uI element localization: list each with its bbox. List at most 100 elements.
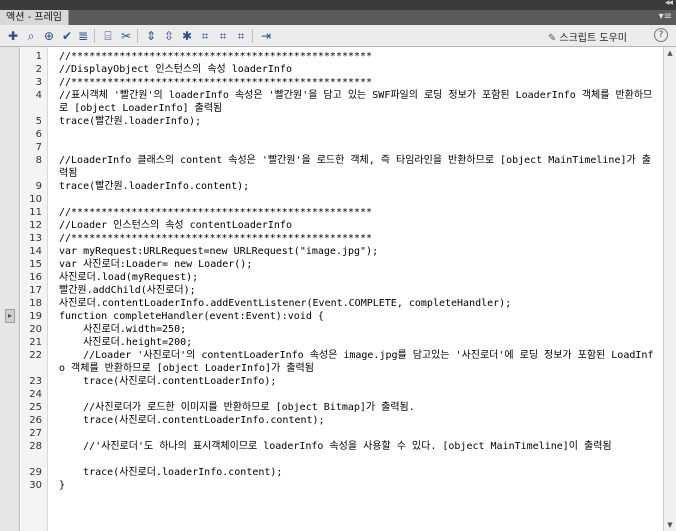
expand-all-icon[interactable]: ✱ xyxy=(179,28,195,44)
line-number: 9 xyxy=(35,181,42,192)
code-text: //LoaderInfo 클래스의 content 속성은 '빨간원'을 로드한… xyxy=(59,155,651,179)
add-statement-icon[interactable]: ✚ xyxy=(5,28,21,44)
line-number: 17 xyxy=(29,285,42,296)
window-title-bar: ◂◂ xyxy=(0,0,676,10)
line-number: 24 xyxy=(29,389,42,400)
code-lines: 1 //*************************************… xyxy=(21,50,663,492)
collapse-selection-icon[interactable]: ⇳ xyxy=(161,28,177,44)
code-line[interactable]: 28 //'사진로더'도 하나의 표시객체이므로 loaderInfo 속성을 … xyxy=(21,440,663,466)
line-number: 13 xyxy=(29,233,42,244)
check-syntax-icon[interactable]: ✔ xyxy=(59,28,75,44)
code-line[interactable]: 16 사진로더.load(myRequest); xyxy=(21,271,663,284)
line-number: 30 xyxy=(29,480,42,491)
line-number: 8 xyxy=(35,155,42,166)
code-line[interactable]: 25 //사진로더가 로드한 이미지를 반환하므로 [object Bitmap… xyxy=(21,401,663,414)
code-line[interactable]: 17 빨간원.addChild(사진로더); xyxy=(21,284,663,297)
code-line[interactable]: 29 trace(사진로더.loaderInfo.content); xyxy=(21,466,663,479)
code-text: var myRequest:URLRequest=new URLRequest(… xyxy=(59,246,379,257)
line-number: 23 xyxy=(29,376,42,387)
debug-options-icon[interactable]: ✂ xyxy=(118,28,134,44)
line-number: 15 xyxy=(29,259,42,270)
code-line[interactable]: 13 //************************************… xyxy=(21,232,663,245)
code-line[interactable]: 4 //표시객체 '빨간원'의 loaderInfo 속성은 '빨간원'을 담고 … xyxy=(21,89,663,115)
actions-toolbox-collapsed: ▸ xyxy=(0,47,20,531)
apply-line-comment-icon[interactable]: ⌗ xyxy=(215,28,231,44)
line-number: 20 xyxy=(29,324,42,335)
code-line[interactable]: 7 xyxy=(21,141,663,154)
scroll-down-icon[interactable]: ▼ xyxy=(664,519,676,531)
line-number: 10 xyxy=(29,194,42,205)
line-number: 26 xyxy=(29,415,42,426)
actions-toolbar: ✚ ⌕ ⊕ ✔ ≣ ⌸ ✂ ⇕ ⇳ ✱ ⌗ ⌗ ⌗ ⇥ ✎ 스크립트 도우미 ? xyxy=(0,25,676,47)
code-line[interactable]: 11 //************************************… xyxy=(21,206,663,219)
magic-wand-icon: ✎ xyxy=(548,33,557,44)
code-text: //Loader 인스턴스의 속성 contentLoaderInfo xyxy=(59,220,292,231)
code-line[interactable]: 26 trace(사진로더.contentLoaderInfo.content)… xyxy=(21,414,663,427)
code-line[interactable]: 27 xyxy=(21,427,663,440)
script-editor[interactable]: 1 //*************************************… xyxy=(21,47,663,531)
code-text: //DisplayObject 인스턴스의 속성 loaderInfo xyxy=(59,64,292,75)
code-text: } xyxy=(59,480,66,491)
code-line[interactable]: 23 trace(사진로더.contentLoaderInfo); xyxy=(21,375,663,388)
code-line[interactable]: 12 //Loader 인스턴스의 속성 contentLoaderInfo xyxy=(21,219,663,232)
auto-format-icon[interactable]: ≣ xyxy=(75,28,91,44)
toolbar-divider xyxy=(137,29,138,43)
line-number: 5 xyxy=(35,116,42,127)
code-text: //**************************************… xyxy=(59,77,373,88)
code-text: //표시객체 '빨간원'의 loaderInfo 속성은 '빨간원'을 담고 있… xyxy=(59,90,653,114)
line-number: 1 xyxy=(35,51,42,62)
code-text: //**************************************… xyxy=(59,51,373,62)
expand-toolbox-icon[interactable]: ▸ xyxy=(5,309,15,323)
line-number: 29 xyxy=(29,467,42,478)
find-icon[interactable]: ⌕ xyxy=(23,28,39,44)
code-text: 빨간원.addChild(사진로더); xyxy=(59,285,196,296)
code-hint-icon[interactable]: ⌸ xyxy=(100,28,116,44)
code-line[interactable]: 1 //*************************************… xyxy=(21,50,663,63)
code-line[interactable]: 21 사진로더.height=200; xyxy=(21,336,663,349)
code-line[interactable]: 18 사진로더.contentLoaderInfo.addEventListene… xyxy=(21,297,663,310)
line-number: 21 xyxy=(29,337,42,348)
collapse-between-braces-icon[interactable]: ⇕ xyxy=(143,28,159,44)
line-number: 28 xyxy=(29,441,42,452)
line-number: 4 xyxy=(35,90,42,101)
apply-block-comment-icon[interactable]: ⌗ xyxy=(197,28,213,44)
show-hide-toolbox-icon[interactable]: ⇥ xyxy=(258,28,274,44)
code-line[interactable]: 6 xyxy=(21,128,663,141)
code-line[interactable]: 8 //LoaderInfo 클래스의 content 속성은 '빨간원'을 로드… xyxy=(21,154,663,180)
help-icon[interactable]: ? xyxy=(654,28,668,42)
line-number: 11 xyxy=(29,207,42,218)
script-assist-button[interactable]: ✎ 스크립트 도우미 xyxy=(548,29,627,44)
line-number: 2 xyxy=(35,64,42,75)
code-text: trace(사진로더.contentLoaderInfo); xyxy=(59,376,277,387)
line-number: 27 xyxy=(29,428,42,439)
code-line[interactable]: 9 trace(빨간원.loaderInfo.content); xyxy=(21,180,663,193)
collapse-icon[interactable]: ◂◂ xyxy=(665,0,673,8)
toolbar-divider xyxy=(94,29,95,43)
tab-actions-frame[interactable]: 액션 - 프레임 xyxy=(0,10,69,25)
code-line[interactable]: 20 사진로더.width=250; xyxy=(21,323,663,336)
line-number: 12 xyxy=(29,220,42,231)
vertical-scrollbar[interactable]: ▲ ▼ xyxy=(663,47,676,531)
code-line[interactable]: 10 xyxy=(21,193,663,206)
code-line[interactable]: 3 //*************************************… xyxy=(21,76,663,89)
panel-menu-icon[interactable]: ▾≡ xyxy=(659,11,672,22)
code-text: var 사진로더:Loader= new Loader(); xyxy=(59,259,253,270)
code-line[interactable]: 5 trace(빨간원.loaderInfo); xyxy=(21,115,663,128)
code-line[interactable]: 15 var 사진로더:Loader= new Loader(); xyxy=(21,258,663,271)
code-line[interactable]: 24 xyxy=(21,388,663,401)
line-number: 7 xyxy=(35,142,42,153)
scroll-up-icon[interactable]: ▲ xyxy=(664,47,676,59)
code-line[interactable]: 19 function completeHandler(event:Event):… xyxy=(21,310,663,323)
line-number: 3 xyxy=(35,77,42,88)
code-text: 사진로더.height=200; xyxy=(59,337,193,348)
code-text: trace(빨간원.loaderInfo.content); xyxy=(59,181,250,192)
code-line[interactable]: 22 //Loader '사진로더'의 contentLoaderInfo 속성… xyxy=(21,349,663,375)
code-line[interactable]: 2 //DisplayObject 인스턴스의 속성 loaderInfo xyxy=(21,63,663,76)
code-line[interactable]: 30} xyxy=(21,479,663,492)
code-line[interactable]: 14 var myRequest:URLRequest=new URLReques… xyxy=(21,245,663,258)
code-text: //**************************************… xyxy=(59,207,373,218)
line-number: 16 xyxy=(29,272,42,283)
target-path-icon[interactable]: ⊕ xyxy=(41,28,57,44)
code-text: 사진로더.width=250; xyxy=(59,324,187,335)
remove-comment-icon[interactable]: ⌗ xyxy=(233,28,249,44)
